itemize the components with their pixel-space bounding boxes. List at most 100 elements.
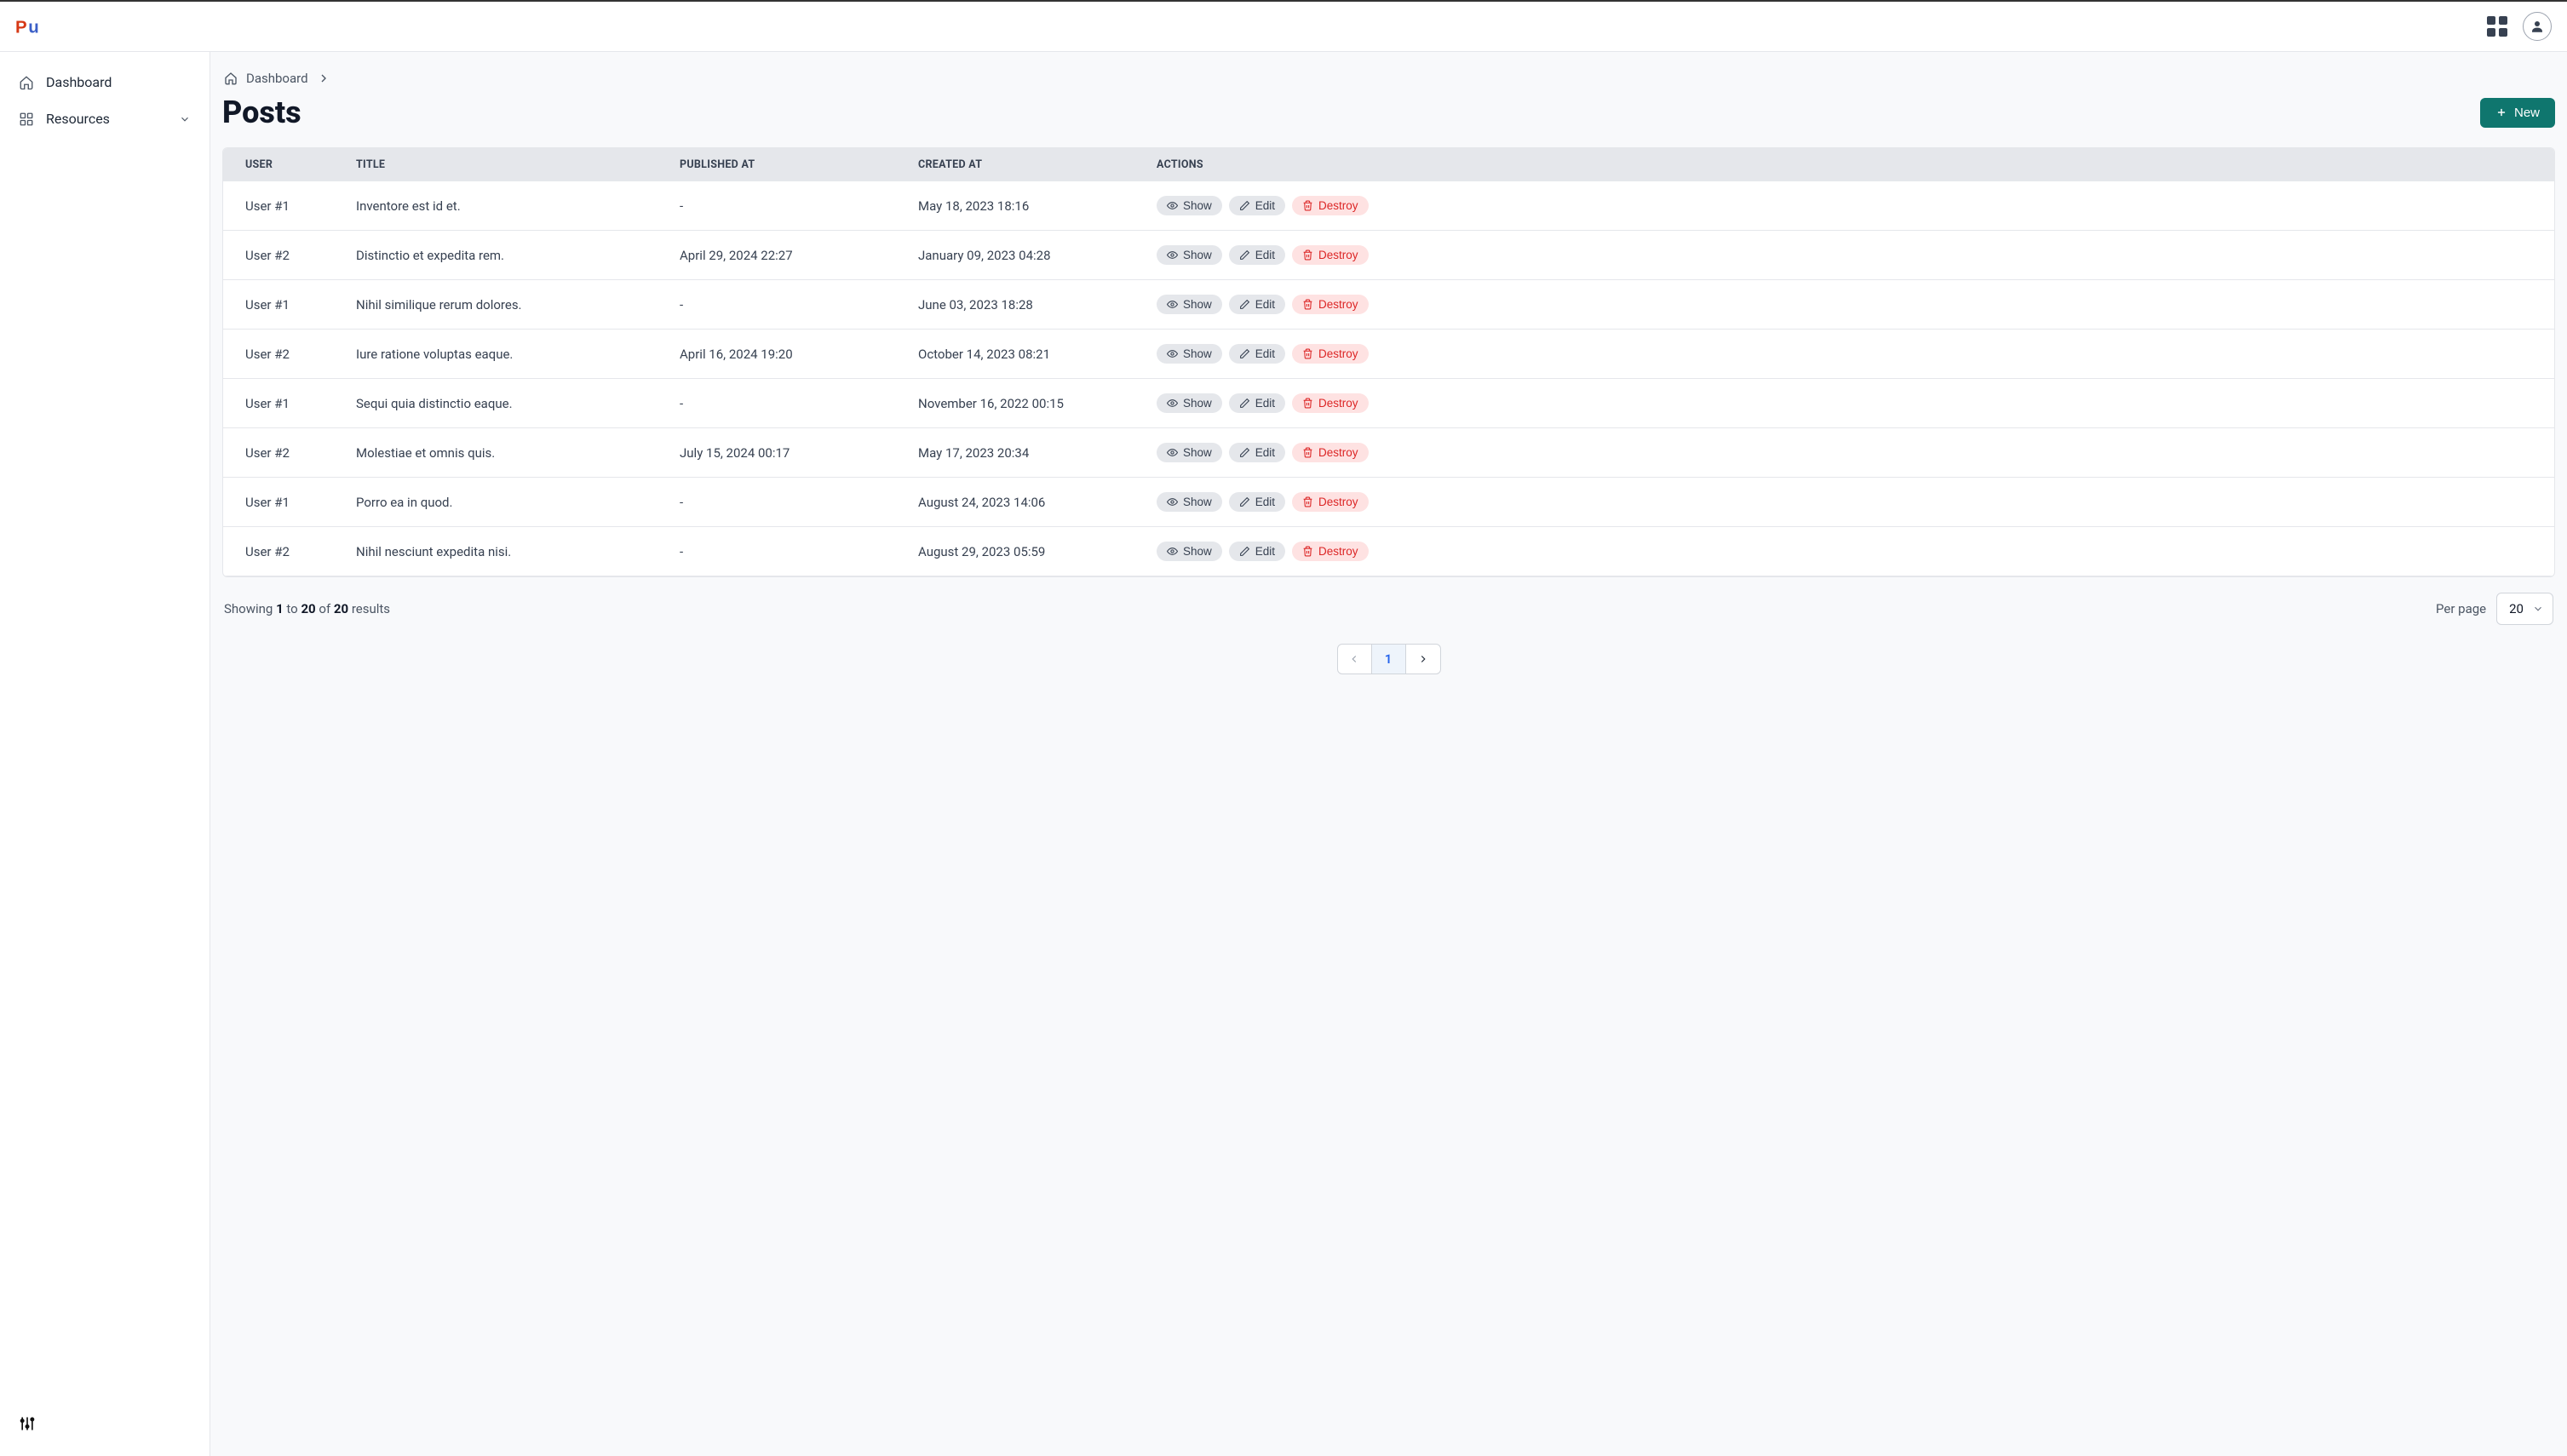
table-row[interactable]: User #1 Porro ea in quod. - August 24, 2… <box>223 478 2554 527</box>
svg-text:u: u <box>28 19 38 37</box>
destroy-button[interactable]: Destroy <box>1292 344 1369 364</box>
show-button[interactable]: Show <box>1157 443 1222 462</box>
show-button[interactable]: Show <box>1157 344 1222 364</box>
cell-actions: Show Edit Destroy <box>1157 344 2532 364</box>
edit-button[interactable]: Edit <box>1229 393 1285 413</box>
table-row[interactable]: User #1 Inventore est id et. - May 18, 2… <box>223 181 2554 231</box>
cell-user: User #1 <box>245 297 356 312</box>
cell-published: - <box>680 396 918 411</box>
home-icon <box>19 75 34 90</box>
cell-published: - <box>680 297 918 312</box>
user-avatar[interactable] <box>2523 12 2552 41</box>
destroy-button[interactable]: Destroy <box>1292 542 1369 561</box>
cell-actions: Show Edit Destroy <box>1157 295 2532 314</box>
eye-icon <box>1167 200 1178 211</box>
table-row[interactable]: User #2 Iure ratione voluptas eaque. Apr… <box>223 330 2554 379</box>
show-button[interactable]: Show <box>1157 393 1222 413</box>
sidebar-item-label: Resources <box>46 111 110 127</box>
cell-actions: Show Edit Destroy <box>1157 443 2532 462</box>
table-row[interactable]: User #1 Nihil similique rerum dolores. -… <box>223 280 2554 330</box>
destroy-button[interactable]: Destroy <box>1292 245 1369 265</box>
edit-button[interactable]: Edit <box>1229 196 1285 215</box>
new-button[interactable]: New <box>2480 98 2555 128</box>
cell-created: August 29, 2023 05:59 <box>918 544 1157 559</box>
cell-user: User #2 <box>245 248 356 263</box>
show-button[interactable]: Show <box>1157 245 1222 265</box>
app-logo[interactable]: P u <box>15 13 44 40</box>
cell-created: January 09, 2023 04:28 <box>918 248 1157 263</box>
new-button-label: New <box>2514 106 2540 120</box>
show-button[interactable]: Show <box>1157 196 1222 215</box>
cell-title: Distinctio et expedita rem. <box>356 248 680 263</box>
eye-icon <box>1167 348 1178 359</box>
eye-icon <box>1167 447 1178 458</box>
col-user: USER <box>245 158 356 171</box>
main-content: Dashboard Posts New USER TITLE PUBLISHED… <box>210 52 2567 1456</box>
show-button[interactable]: Show <box>1157 492 1222 512</box>
eye-icon <box>1167 249 1178 261</box>
table-row[interactable]: User #1 Sequi quia distinctio eaque. - N… <box>223 379 2554 428</box>
chevron-down-icon <box>2532 603 2544 615</box>
destroy-button[interactable]: Destroy <box>1292 196 1369 215</box>
table-row[interactable]: User #2 Distinctio et expedita rem. Apri… <box>223 231 2554 280</box>
col-title: TITLE <box>356 158 680 171</box>
destroy-button[interactable]: Destroy <box>1292 393 1369 413</box>
page-prev[interactable] <box>1338 645 1372 674</box>
svg-text:P: P <box>15 19 27 37</box>
show-button[interactable]: Show <box>1157 295 1222 314</box>
per-page-select[interactable]: 20 <box>2496 593 2553 625</box>
edit-button[interactable]: Edit <box>1229 443 1285 462</box>
per-page-label: Per page <box>2436 601 2486 616</box>
cell-created: June 03, 2023 18:28 <box>918 297 1157 312</box>
chevron-right-icon <box>1417 653 1429 665</box>
chevron-down-icon <box>179 113 191 125</box>
edit-button[interactable]: Edit <box>1229 245 1285 265</box>
cell-published: - <box>680 495 918 510</box>
cell-created: November 16, 2022 00:15 <box>918 396 1157 411</box>
trash-icon <box>1302 546 1313 557</box>
cell-created: October 14, 2023 08:21 <box>918 347 1157 362</box>
trash-icon <box>1302 249 1313 261</box>
table-row[interactable]: User #2 Nihil nesciunt expedita nisi. - … <box>223 527 2554 576</box>
sidebar-item-dashboard[interactable]: Dashboard <box>0 64 210 100</box>
cell-published: April 16, 2024 19:20 <box>680 347 918 362</box>
page-title: Posts <box>222 95 301 130</box>
pencil-icon <box>1239 398 1250 409</box>
page-1[interactable]: 1 <box>1372 645 1406 674</box>
chevron-left-icon <box>1348 653 1360 665</box>
table-row[interactable]: User #2 Molestiae et omnis quis. July 15… <box>223 428 2554 478</box>
cell-published: July 15, 2024 00:17 <box>680 445 918 461</box>
cell-title: Molestiae et omnis quis. <box>356 445 680 461</box>
trash-icon <box>1302 348 1313 359</box>
sidebar-item-label: Dashboard <box>46 74 112 90</box>
cell-actions: Show Edit Destroy <box>1157 393 2532 413</box>
breadcrumb-home[interactable]: Dashboard <box>246 71 308 86</box>
destroy-button[interactable]: Destroy <box>1292 295 1369 314</box>
cell-title: Inventore est id et. <box>356 198 680 214</box>
topbar: P u <box>0 0 2567 52</box>
edit-button[interactable]: Edit <box>1229 542 1285 561</box>
per-page-value: 20 <box>2509 601 2524 616</box>
cell-title: Porro ea in quod. <box>356 495 680 510</box>
cell-title: Iure ratione voluptas eaque. <box>356 347 680 362</box>
apps-grid-icon[interactable] <box>2487 16 2507 37</box>
destroy-button[interactable]: Destroy <box>1292 443 1369 462</box>
breadcrumb: Dashboard <box>222 71 2555 86</box>
page-next[interactable] <box>1406 645 1440 674</box>
pencil-icon <box>1239 496 1250 507</box>
edit-button[interactable]: Edit <box>1229 492 1285 512</box>
show-button[interactable]: Show <box>1157 542 1222 561</box>
cell-actions: Show Edit Destroy <box>1157 245 2532 265</box>
sidebar-item-resources[interactable]: Resources <box>0 100 210 137</box>
col-actions: ACTIONS <box>1157 158 2532 171</box>
settings-toggle[interactable] <box>0 1415 210 1444</box>
edit-button[interactable]: Edit <box>1229 344 1285 364</box>
trash-icon <box>1302 200 1313 211</box>
edit-button[interactable]: Edit <box>1229 295 1285 314</box>
cell-title: Nihil nesciunt expedita nisi. <box>356 544 680 559</box>
sliders-icon <box>19 1415 36 1432</box>
cell-user: User #1 <box>245 495 356 510</box>
destroy-button[interactable]: Destroy <box>1292 492 1369 512</box>
cell-user: User #2 <box>245 544 356 559</box>
eye-icon <box>1167 299 1178 310</box>
